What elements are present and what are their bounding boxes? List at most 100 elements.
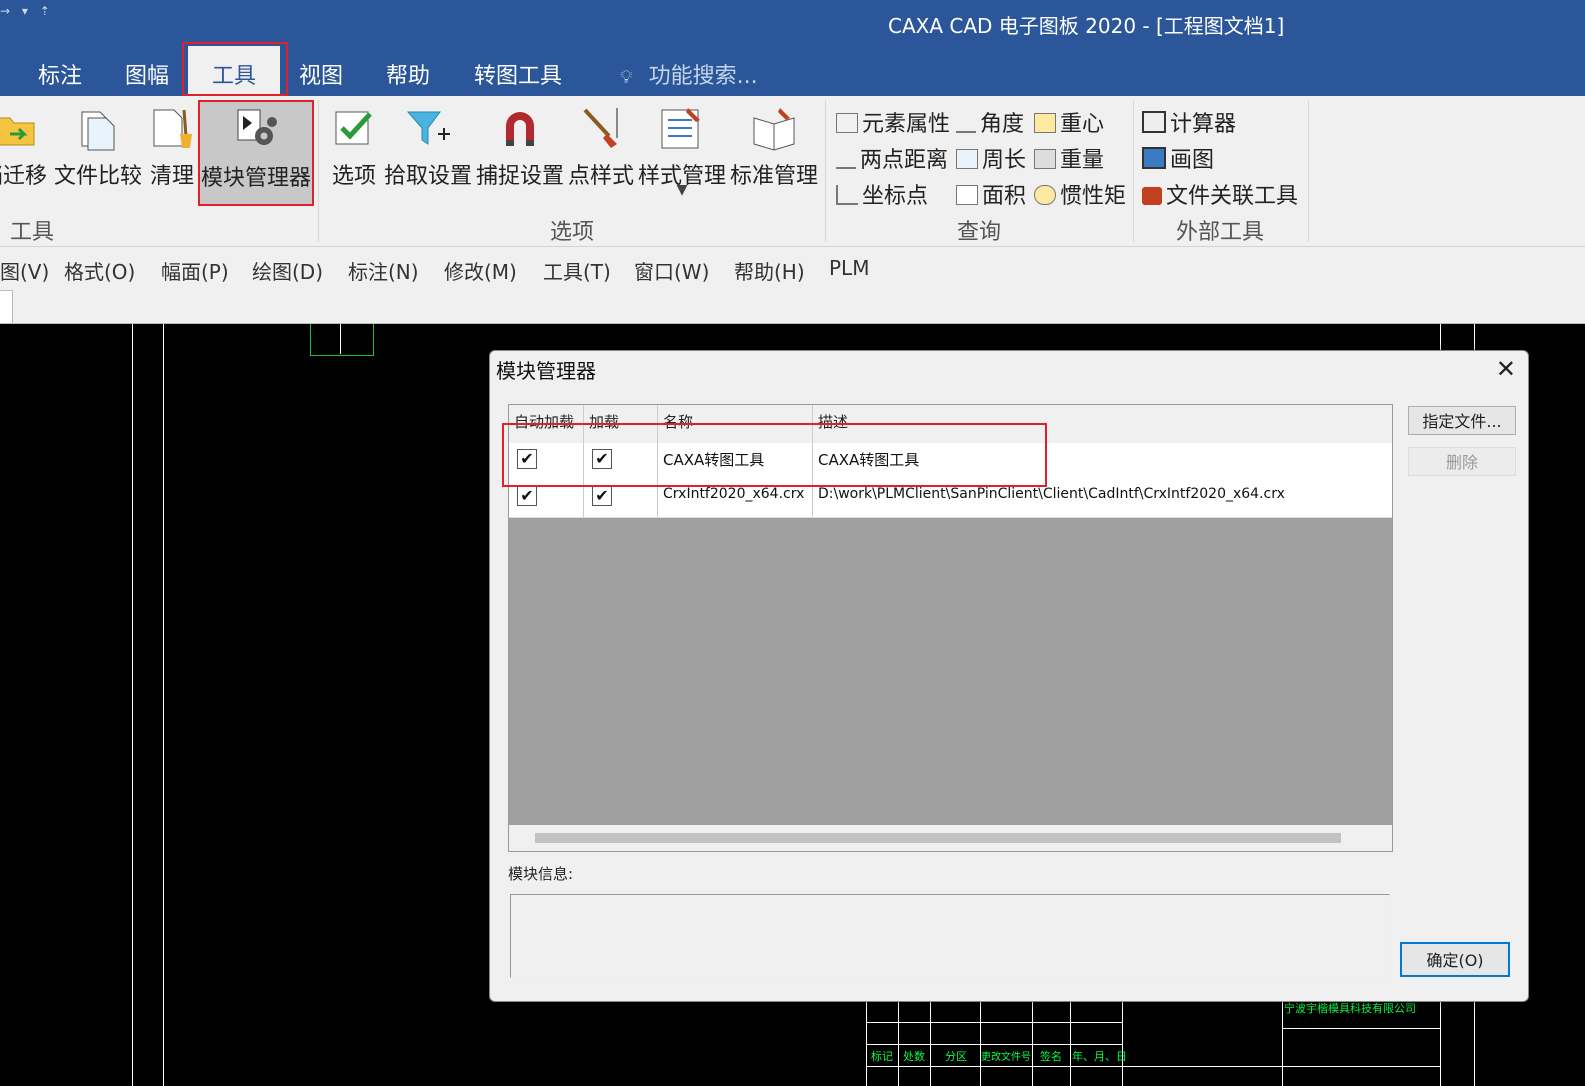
options-label: 选项 xyxy=(331,164,376,189)
menu-bar: 图(V) 格式(O) 幅面(P) 绘图(D) 标注(N) 修改(M) 工具(T)… xyxy=(0,247,1585,287)
titleblock-header: 标记 xyxy=(871,1050,893,1063)
dialog-title: 模块管理器 xyxy=(496,359,596,383)
menu-window[interactable]: 窗口(W) xyxy=(634,256,709,285)
column-header-description[interactable]: 描述 xyxy=(813,405,1392,443)
drawing-border-line xyxy=(163,324,164,1086)
menu-annotate[interactable]: 标注(N) xyxy=(348,256,419,285)
point-style-label: 点样式 xyxy=(568,164,635,189)
feature-search-label: 功能搜索... xyxy=(648,64,758,89)
broom-icon xyxy=(153,109,192,148)
titleblock-line xyxy=(866,1044,1122,1045)
table-row[interactable]: ✔ ✔ CrxIntf2020_x64.crx D:\work\PLMClien… xyxy=(509,480,1392,518)
centroid-button[interactable]: 重心 xyxy=(1034,106,1104,138)
perimeter-button[interactable]: 周长 xyxy=(956,142,1026,174)
quick-access-toolbar[interactable]: → ▾ ⇡ xyxy=(0,4,54,18)
group-divider xyxy=(1133,100,1134,242)
auto-load-checkbox[interactable]: ✔ xyxy=(517,449,537,469)
perimeter-label: 周长 xyxy=(982,148,1027,173)
module-manager-button[interactable]: 模块管理器 xyxy=(200,102,312,206)
titleblock-line xyxy=(898,1000,899,1086)
module-gear-icon xyxy=(237,109,277,145)
angle-icon xyxy=(956,113,976,133)
load-cell: ✔ xyxy=(584,480,658,517)
auto-load-cell: ✔ xyxy=(509,443,584,480)
options-button[interactable]: 选项 xyxy=(330,100,378,208)
tab-view[interactable]: 视图 xyxy=(299,58,343,90)
load-checkbox[interactable]: ✔ xyxy=(592,449,612,469)
scrollbar-thumb[interactable] xyxy=(535,833,1341,843)
weight-button[interactable]: 重量 xyxy=(1034,142,1104,174)
close-icon[interactable]: ✕ xyxy=(1496,355,1516,383)
load-cell: ✔ xyxy=(584,443,658,480)
pick-settings-button[interactable]: 拾取设置 xyxy=(384,100,472,208)
menu-draw[interactable]: 绘图(D) xyxy=(252,256,323,285)
purge-label: 清理 xyxy=(149,164,194,189)
column-header-name[interactable]: 名称 xyxy=(658,405,813,443)
calculator-button[interactable]: 计算器 xyxy=(1142,106,1236,138)
module-name: CrxIntf2020_x64.crx xyxy=(658,480,813,517)
inertia-icon xyxy=(1034,185,1056,205)
snap-settings-button[interactable]: 捕捉设置 xyxy=(476,100,564,208)
titleblock-header: 分区 xyxy=(945,1050,967,1063)
area-button[interactable]: 面积 xyxy=(956,178,1026,210)
menu-view[interactable]: 图(V) xyxy=(0,256,49,285)
module-info-label: 模块信息: xyxy=(508,865,574,883)
table-row[interactable]: ✔ ✔ CAXA转图工具 CAXA转图工具 xyxy=(509,443,1392,481)
tab-conversion-tools[interactable]: 转图工具 xyxy=(474,58,562,90)
toolbar-input[interactable] xyxy=(0,290,13,324)
titleblock-line xyxy=(980,1000,981,1086)
auto-load-checkbox[interactable]: ✔ xyxy=(517,486,537,506)
specify-file-button[interactable]: 指定文件... xyxy=(1408,406,1516,435)
drawing-border-line xyxy=(132,324,133,1086)
titleblock-company: 宁波宇楷模具科技有限公司 xyxy=(1284,1002,1416,1015)
column-header-load[interactable]: 加载 xyxy=(584,405,658,443)
title-bar: → ▾ ⇡ CAXA CAD 电子图板 2020 - [工程图文档1] 标注 图… xyxy=(0,0,1585,96)
element-properties-button[interactable]: 元素属性 xyxy=(836,106,950,138)
file-compare-button[interactable]: 文件比较 xyxy=(54,100,142,208)
titleblock-line xyxy=(1282,1028,1440,1029)
titleblock-header: 处数 xyxy=(903,1050,925,1063)
tab-tools[interactable]: 工具 xyxy=(212,58,256,90)
coordinate-point-button[interactable]: 坐标点 xyxy=(836,178,928,210)
snap-settings-label: 捕捉设置 xyxy=(476,164,565,189)
group-label-query: 查询 xyxy=(957,220,1002,245)
paint-button[interactable]: 画图 xyxy=(1142,142,1214,174)
point-style-button[interactable]: 点样式 xyxy=(568,100,634,208)
menu-sheet[interactable]: 幅面(P) xyxy=(161,256,229,285)
tool-strip xyxy=(0,287,1585,324)
element-properties-label: 元素属性 xyxy=(862,112,951,137)
feature-search[interactable]: 💡︎ 功能搜索... xyxy=(620,58,758,90)
moment-of-inertia-button[interactable]: 惯性矩 xyxy=(1034,178,1126,210)
module-description: CAXA转图工具 xyxy=(818,451,920,469)
tab-annotate[interactable]: 标注 xyxy=(38,58,82,90)
standard-manager-button[interactable]: 标准管理 xyxy=(730,100,818,208)
file-compare-label: 文件比较 xyxy=(54,164,143,189)
load-checkbox[interactable]: ✔ xyxy=(592,486,612,506)
file-association-button[interactable]: 文件关联工具 xyxy=(1142,178,1298,210)
style-manager-button[interactable]: 样式管理 ▼ xyxy=(638,100,726,208)
menu-tools[interactable]: 工具(T) xyxy=(543,256,611,285)
area-icon xyxy=(956,185,978,205)
calculator-icon xyxy=(1142,111,1166,133)
delete-button[interactable]: 删除 xyxy=(1408,447,1516,476)
ok-button[interactable]: 确定(O) xyxy=(1400,942,1510,977)
menu-modify[interactable]: 修改(M) xyxy=(444,256,517,285)
window-title: CAXA CAD 电子图板 2020 - [工程图文档1] xyxy=(888,14,1285,38)
purge-button[interactable]: 清理 xyxy=(148,100,196,208)
migrate-button[interactable]: 档迁移 xyxy=(0,100,50,208)
angle-button[interactable]: 角度 xyxy=(956,106,1024,138)
menu-format[interactable]: 格式(O) xyxy=(64,256,135,285)
horizontal-scrollbar[interactable] xyxy=(509,825,1392,851)
tab-sheet[interactable]: 图幅 xyxy=(125,58,169,90)
pick-settings-label: 拾取设置 xyxy=(384,164,473,189)
tab-help[interactable]: 帮助 xyxy=(386,58,430,90)
folder-migrate-icon xyxy=(0,117,35,146)
dropdown-arrow-icon[interactable]: ▼ xyxy=(638,182,726,198)
paint-icon xyxy=(1142,147,1166,169)
column-header-auto-load[interactable]: 自动加载 xyxy=(509,405,584,443)
file-association-label: 文件关联工具 xyxy=(1166,184,1299,209)
two-point-distance-button[interactable]: 两点距离 xyxy=(836,142,948,174)
menu-plm[interactable]: PLM xyxy=(829,256,869,280)
menu-help[interactable]: 帮助(H) xyxy=(734,256,805,285)
centroid-icon xyxy=(1034,113,1056,133)
